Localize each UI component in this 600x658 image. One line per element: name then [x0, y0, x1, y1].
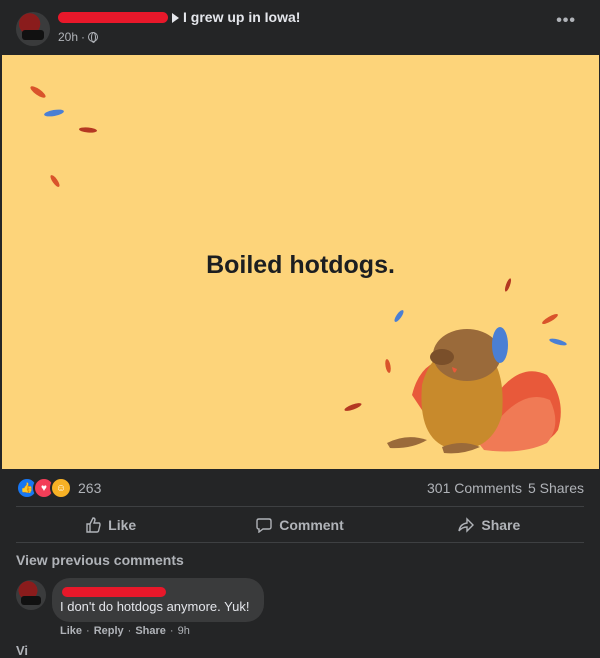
like-button[interactable]: Like	[16, 508, 205, 542]
comment-reply-link[interactable]: Reply	[94, 625, 124, 637]
comment-icon	[256, 518, 272, 533]
comment-time[interactable]: 9h	[178, 625, 190, 637]
post-text: Boiled hotdogs.	[206, 251, 395, 279]
thumbs-up-icon	[86, 517, 101, 533]
post-stats: 301 Comments 5 Shares	[427, 480, 584, 496]
comment-button[interactable]: Comment	[205, 508, 394, 542]
post-actions-bar: Like Comment Share	[16, 508, 584, 542]
commenter-avatar[interactable]	[16, 580, 46, 610]
comment-like-link[interactable]: Like	[60, 625, 82, 637]
group-name-link[interactable]: I grew up in Iowa!	[183, 9, 300, 25]
haha-icon: ☺	[50, 477, 72, 499]
comment-text: I don't do hotdogs anymore. Yuk!	[60, 599, 250, 614]
post-background-card: Boiled hotdogs.	[2, 55, 599, 469]
arrow-right-icon	[172, 13, 179, 23]
post-header: I grew up in Iowa! 20h · •••	[0, 0, 600, 56]
reaction-count: 263	[78, 480, 102, 496]
share-label: Share	[481, 517, 521, 533]
share-arrow-icon	[458, 517, 475, 533]
divider	[16, 542, 584, 543]
comment-label: Comment	[279, 517, 344, 533]
post-meta: 20h ·	[58, 30, 99, 44]
more-options-icon[interactable]: •••	[556, 12, 576, 30]
like-label: Like	[108, 517, 137, 533]
commenter-name-redacted	[62, 587, 166, 597]
poster-name-redacted	[58, 12, 168, 23]
comment-actions: Like · Reply · Share · 9h	[60, 625, 190, 637]
divider	[16, 506, 584, 507]
globe-icon	[88, 32, 99, 43]
comment-share-link[interactable]: Share	[135, 625, 166, 637]
poster-avatar[interactable]	[16, 12, 50, 46]
view-previous-comments-link[interactable]: View previous comments	[16, 552, 184, 568]
shares-count-link[interactable]: 5 Shares	[528, 480, 584, 496]
post-time[interactable]: 20h	[58, 30, 78, 44]
comments-count-link[interactable]: 301 Comments	[427, 480, 522, 496]
reactions-summary[interactable]: 👍 ♥ ☺ 263	[16, 477, 102, 499]
share-button[interactable]: Share	[395, 508, 584, 542]
view-more-comments-link[interactable]: Vi	[16, 643, 28, 658]
